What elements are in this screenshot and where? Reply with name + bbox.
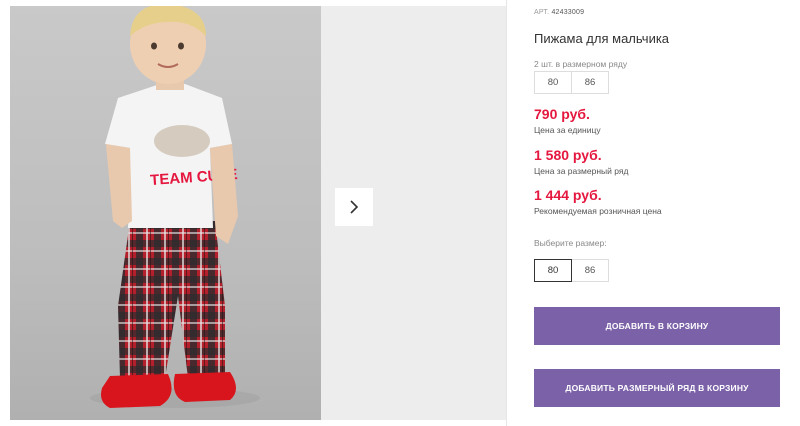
product-photo[interactable]: TEAM CUTE [10, 6, 321, 420]
unit-price-label: Цена за единицу [534, 125, 601, 135]
choose-size-label: Выберите размер: [534, 238, 607, 248]
column-divider [506, 0, 507, 426]
size-set-list: 80 86 [534, 71, 609, 94]
child-in-pajamas-image: TEAM CUTE [90, 6, 260, 408]
unit-price: 790 руб. [534, 106, 590, 122]
size-option-86[interactable]: 86 [571, 259, 609, 282]
add-size-set-to-cart-button[interactable]: ДОБАВИТЬ РАЗМЕРНЫЙ РЯД В КОРЗИНУ [534, 369, 780, 407]
size-selector: 80 86 [534, 259, 609, 282]
size-set-price-label: Цена за размерный ряд [534, 166, 629, 176]
retail-price: 1 444 руб. [534, 187, 602, 203]
product-gallery: TEAM CUTE [10, 6, 506, 420]
size-set-note: 2 шт. в размерном ряду [534, 59, 628, 69]
size-set-price: 1 580 руб. [534, 147, 602, 163]
retail-price-label: Рекомендуемая розничная цена [534, 206, 662, 216]
size-set-item: 80 [534, 71, 572, 94]
sku-label: АРТ. [534, 9, 550, 16]
add-to-cart-button[interactable]: ДОБАВИТЬ В КОРЗИНУ [534, 307, 780, 345]
size-set-item: 86 [571, 71, 609, 94]
size-option-80[interactable]: 80 [534, 259, 572, 282]
sku: АРТ. 42433009 [534, 9, 584, 16]
product-title: Пижама для мальчика [534, 31, 670, 46]
chevron-right-icon [350, 200, 359, 214]
sku-value: 42433009 [551, 9, 585, 16]
gallery-next-button[interactable] [335, 188, 373, 226]
